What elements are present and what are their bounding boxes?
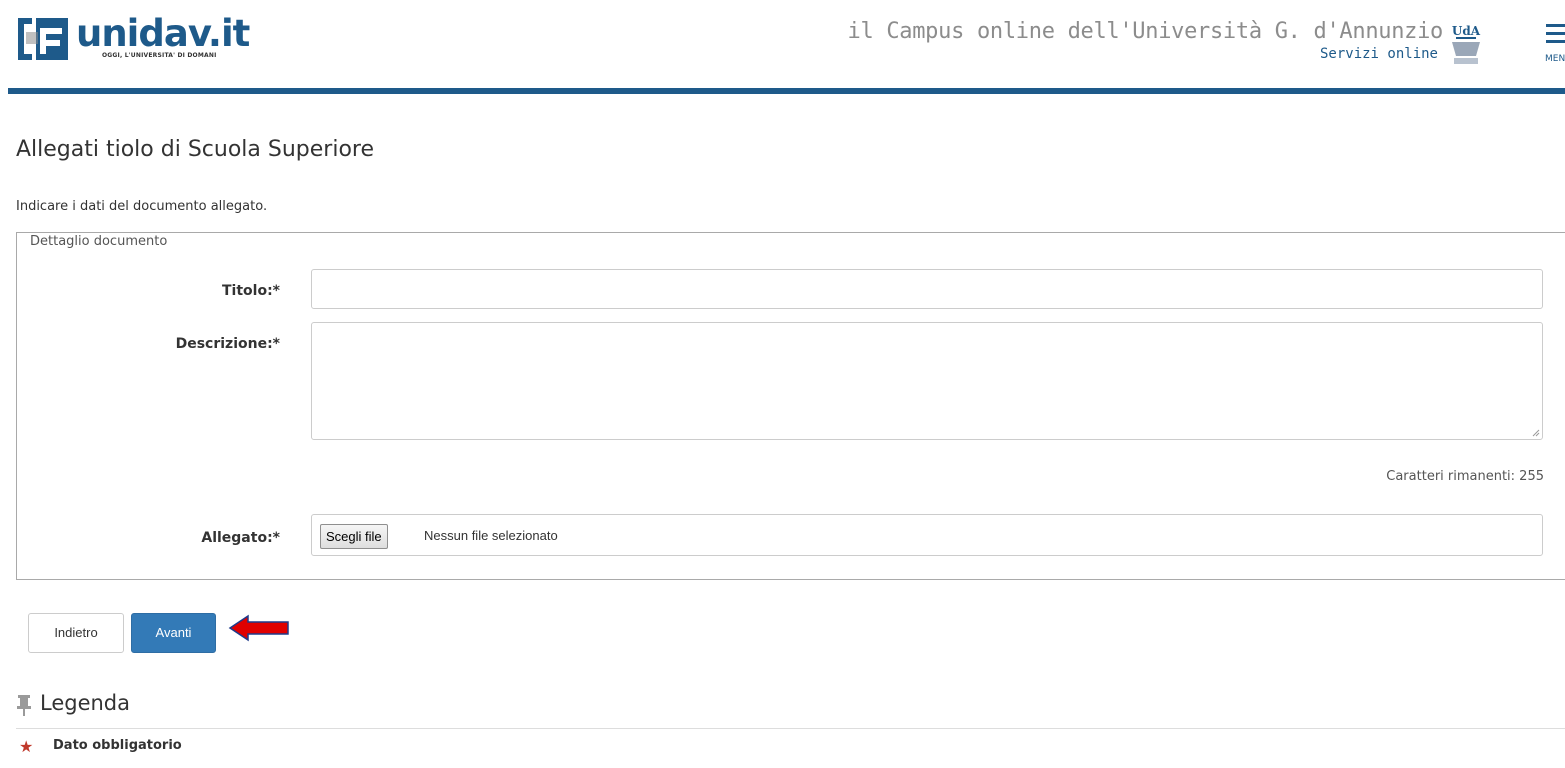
legend-divider: [16, 728, 1565, 729]
unidav-logo-mark-icon: [18, 18, 68, 60]
resize-grip-icon[interactable]: [1532, 429, 1540, 437]
back-button[interactable]: Indietro: [28, 613, 124, 653]
titolo-input[interactable]: [311, 269, 1543, 309]
fieldset-legend: Dettaglio documento: [27, 234, 171, 249]
header-divider: [8, 88, 1565, 94]
site-header: unidav.it OGGI, L'UNIVERSITA' DI DOMANI …: [0, 0, 1565, 92]
page-title: Allegati tiolo di Scuola Superiore: [16, 137, 374, 162]
star-icon: ★: [19, 737, 34, 756]
menu-button[interactable]: MENU: [1544, 24, 1565, 70]
red-arrow-icon: [228, 614, 289, 642]
uda-logo-text: UdA: [1452, 24, 1481, 38]
campus-subtitle: Servizi online: [1319, 46, 1438, 62]
campus-title: il Campus online dell'Università G. d'An…: [847, 19, 1444, 44]
titolo-label: Titolo:*: [222, 283, 280, 299]
legend-title: Legenda: [40, 691, 131, 715]
descrizione-textarea[interactable]: [311, 322, 1543, 440]
logo-text: unidav.it: [76, 12, 250, 55]
file-status-text: Nessun file selezionato: [424, 528, 558, 543]
legend-item-required: Dato obbligatorio: [53, 738, 182, 753]
hamburger-icon: [1546, 24, 1565, 48]
unidav-logo[interactable]: unidav.it OGGI, L'UNIVERSITA' DI DOMANI: [16, 12, 250, 64]
intro-text: Indicare i dati del documento allegato.: [16, 199, 268, 214]
char-counter: Caratteri rimanenti: 255: [1386, 469, 1544, 484]
menu-label: MENU: [1545, 54, 1565, 64]
allegato-file-input[interactable]: Scegli file Nessun file selezionato: [311, 514, 1543, 556]
logo-tagline: OGGI, L'UNIVERSITA' DI DOMANI: [102, 52, 217, 59]
allegato-label: Allegato:*: [201, 530, 280, 546]
next-button[interactable]: Avanti: [131, 613, 216, 653]
uda-logo-icon: UdA: [1452, 24, 1481, 64]
descrizione-label: Descrizione:*: [175, 336, 280, 352]
choose-file-button[interactable]: Scegli file: [320, 524, 388, 549]
pin-icon: [17, 695, 31, 716]
